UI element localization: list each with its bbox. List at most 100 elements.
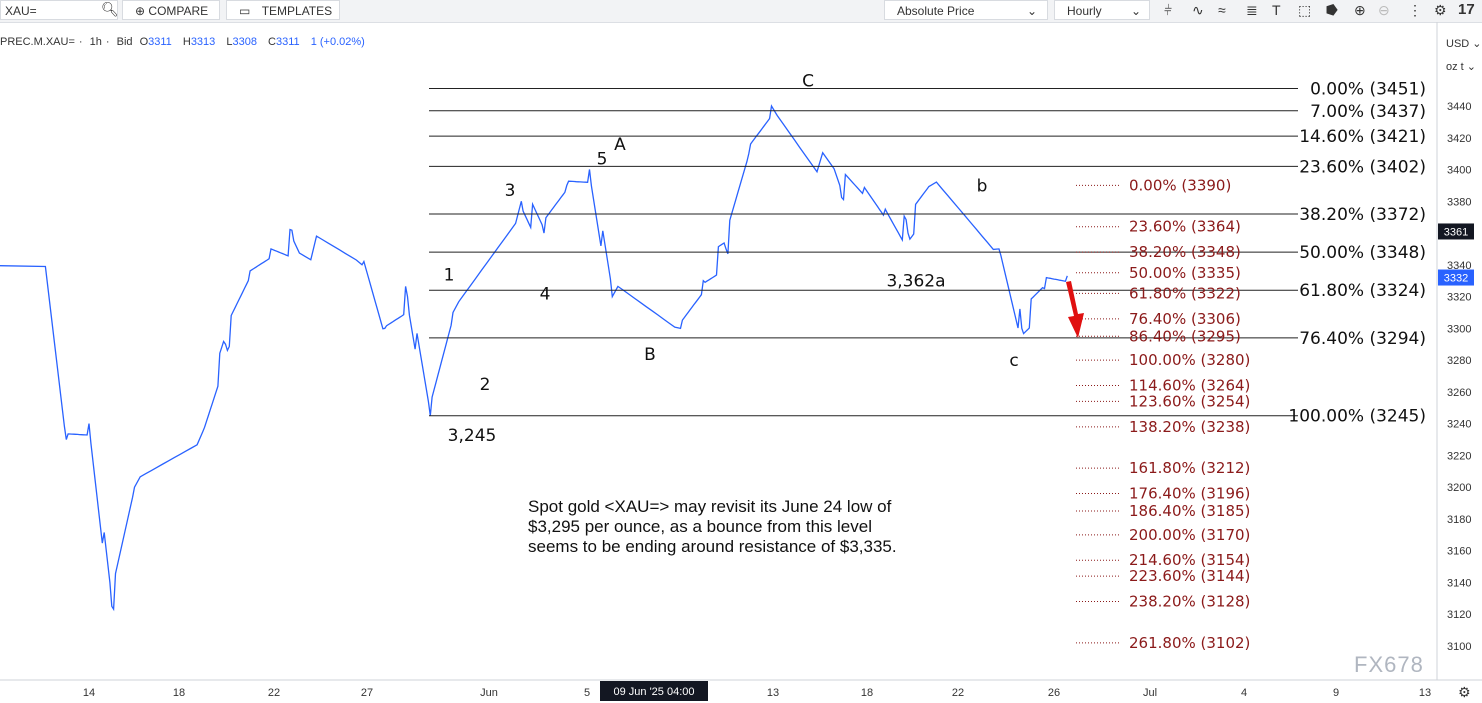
- fib-extension-label: 186.40% (3185): [1129, 502, 1250, 520]
- fib-extension-label: 38.20% (3348): [1129, 243, 1241, 261]
- candles-icon[interactable]: ⫩: [1164, 2, 1172, 18]
- fib-extension-label: 50.00% (3335): [1129, 264, 1241, 282]
- fib-level-label: 76.40% (3294): [1299, 329, 1426, 349]
- price-chart[interactable]: 3100 3120 3140 3160 3180 3200 3220 3240 3260 3280…: [0, 22, 1482, 703]
- fib-extension-label: 138.20% (3238): [1129, 418, 1250, 436]
- toolbar: XAU= 🔍︎ ⊕ COMPARE ▭ TEMPLATES Absolute P…: [0, 0, 1482, 23]
- tv-logo-icon[interactable]: 17: [1458, 2, 1475, 18]
- wave-label: 3,245: [448, 426, 497, 446]
- y-tick-label: 3260: [1447, 387, 1471, 399]
- wave-icon[interactable]: ≈: [1218, 2, 1226, 18]
- y-tick-label: 3200: [1447, 482, 1471, 494]
- wave-label: 3,362a: [886, 272, 945, 292]
- wave-label: 2: [480, 375, 491, 395]
- y-tick-label: 3120: [1447, 609, 1471, 621]
- fib-level-label: 7.00% (3437): [1310, 102, 1426, 122]
- fib-extension-label: 23.60% (3364): [1129, 218, 1241, 236]
- wave-label: 1: [444, 265, 455, 285]
- wave-label: 5: [597, 149, 608, 169]
- fib-level-label: 38.20% (3372): [1299, 205, 1426, 225]
- fib-extension-label: 223.60% (3144): [1129, 567, 1250, 585]
- unit-select[interactable]: oz t ⌄: [1446, 60, 1476, 73]
- wave-label: B: [644, 345, 656, 365]
- x-tick-label: 5: [584, 687, 590, 699]
- y-tick-label: 3440: [1447, 101, 1471, 113]
- x-tick-label: 13: [767, 687, 779, 699]
- crosshair-time-tag: 09 Jun '25 04:00: [613, 686, 694, 698]
- fib-extension-label: 123.60% (3254): [1129, 392, 1250, 410]
- chart-settings-icon: ⚙: [1458, 685, 1471, 701]
- fib-level-label: 14.60% (3421): [1299, 127, 1426, 147]
- fib-level-label: 100.00% (3245): [1288, 407, 1426, 427]
- unit-value: oz t: [1446, 61, 1464, 73]
- chevron-down-icon: ⌄: [1130, 4, 1141, 18]
- crosshair-price-tag: 3361: [1444, 226, 1468, 238]
- x-tick-label: 27: [361, 687, 373, 699]
- fib-extension-label: 200.00% (3170): [1129, 526, 1250, 544]
- fib-extension-label: 161.80% (3212): [1129, 459, 1250, 477]
- text-tool-icon[interactable]: T: [1272, 2, 1281, 18]
- fib-level-label: 0.00% (3451): [1310, 80, 1426, 100]
- settings-icon[interactable]: ⚙: [1434, 2, 1447, 18]
- fib-extension-label: 76.40% (3306): [1129, 310, 1241, 328]
- y-tick-label: 3300: [1447, 323, 1471, 335]
- templates-button[interactable]: ▭ TEMPLATES: [226, 0, 340, 20]
- fib-extension-label: 86.40% (3295): [1129, 327, 1241, 345]
- chevron-down-icon: ⌄: [1026, 4, 1037, 18]
- analysis-note: Spot gold <XAU=> may revisit its June 24…: [528, 497, 897, 556]
- compare-label: COMPARE: [148, 4, 209, 18]
- search-icon[interactable]: 🔍︎: [101, 1, 119, 17]
- lines-icon[interactable]: ≣: [1246, 2, 1258, 18]
- fib-level-label: 23.60% (3402): [1299, 157, 1426, 177]
- symbol-value: XAU=: [5, 4, 37, 18]
- fib-level-label: 50.00% (3348): [1299, 243, 1426, 263]
- y-tick-label: 3400: [1447, 165, 1471, 177]
- down-arrow-icon: [1066, 281, 1084, 338]
- indicator-icon[interactable]: ∿: [1192, 2, 1204, 18]
- shape-icon[interactable]: ⬚: [1298, 2, 1311, 18]
- x-tick-label: Jul: [1143, 687, 1157, 699]
- fib-extension-label: 238.20% (3128): [1129, 593, 1250, 611]
- y-tick-label: 3320: [1447, 292, 1471, 304]
- interval-value: Hourly: [1067, 4, 1102, 18]
- x-tick-label: 18: [861, 687, 873, 699]
- x-tick-label: 18: [173, 687, 185, 699]
- interval-select[interactable]: Hourly ⌄: [1054, 0, 1150, 20]
- y-tick-label: 3420: [1447, 133, 1471, 145]
- y-tick-label: 3140: [1447, 577, 1471, 589]
- y-tick-label: 3180: [1447, 514, 1471, 526]
- symbol-search-input[interactable]: XAU= 🔍︎: [0, 0, 119, 20]
- zoom-out-icon[interactable]: ⊖: [1378, 2, 1390, 18]
- x-tick-label: 4: [1241, 687, 1247, 699]
- currency-select[interactable]: USD ⌄: [1446, 37, 1482, 50]
- compare-button[interactable]: ⊕ COMPARE: [122, 0, 220, 20]
- currency-value: USD: [1446, 38, 1470, 50]
- x-tick-label: 9: [1333, 687, 1339, 699]
- price-mode-value: Absolute Price: [897, 4, 975, 18]
- last-price-tag: 3332: [1444, 273, 1468, 285]
- fib-extension-label: 61.80% (3322): [1129, 284, 1241, 302]
- x-tick-label: 22: [952, 687, 964, 699]
- wave-label: 4: [540, 284, 551, 304]
- fib-extension-label: 176.40% (3196): [1129, 485, 1250, 503]
- wave-label: b: [977, 176, 988, 196]
- y-tick-label: 3100: [1447, 641, 1471, 653]
- pattern-icon[interactable]: ⭓: [1326, 2, 1338, 18]
- more-icon[interactable]: ⋮: [1408, 2, 1422, 18]
- x-tick-label: 13: [1419, 687, 1431, 699]
- y-tick-label: 3240: [1447, 419, 1471, 431]
- x-tick-label: Jun: [480, 687, 498, 699]
- fib-extension-label: 0.00% (3390): [1129, 176, 1231, 194]
- watermark: FX678: [1354, 652, 1424, 677]
- zoom-in-icon[interactable]: ⊕: [1354, 2, 1366, 18]
- price-mode-select[interactable]: Absolute Price ⌄: [884, 0, 1048, 20]
- templates-label: TEMPLATES: [261, 4, 333, 18]
- wave-label: 3: [505, 181, 516, 201]
- fib-level-label: 61.80% (3324): [1299, 281, 1426, 301]
- y-tick-label: 3160: [1447, 546, 1471, 558]
- fib-extension-label: 261.80% (3102): [1129, 634, 1250, 652]
- wave-label: A: [614, 135, 626, 155]
- y-tick-label: 3380: [1447, 196, 1471, 208]
- x-tick-label: 22: [268, 687, 280, 699]
- x-tick-label: 14: [83, 687, 95, 699]
